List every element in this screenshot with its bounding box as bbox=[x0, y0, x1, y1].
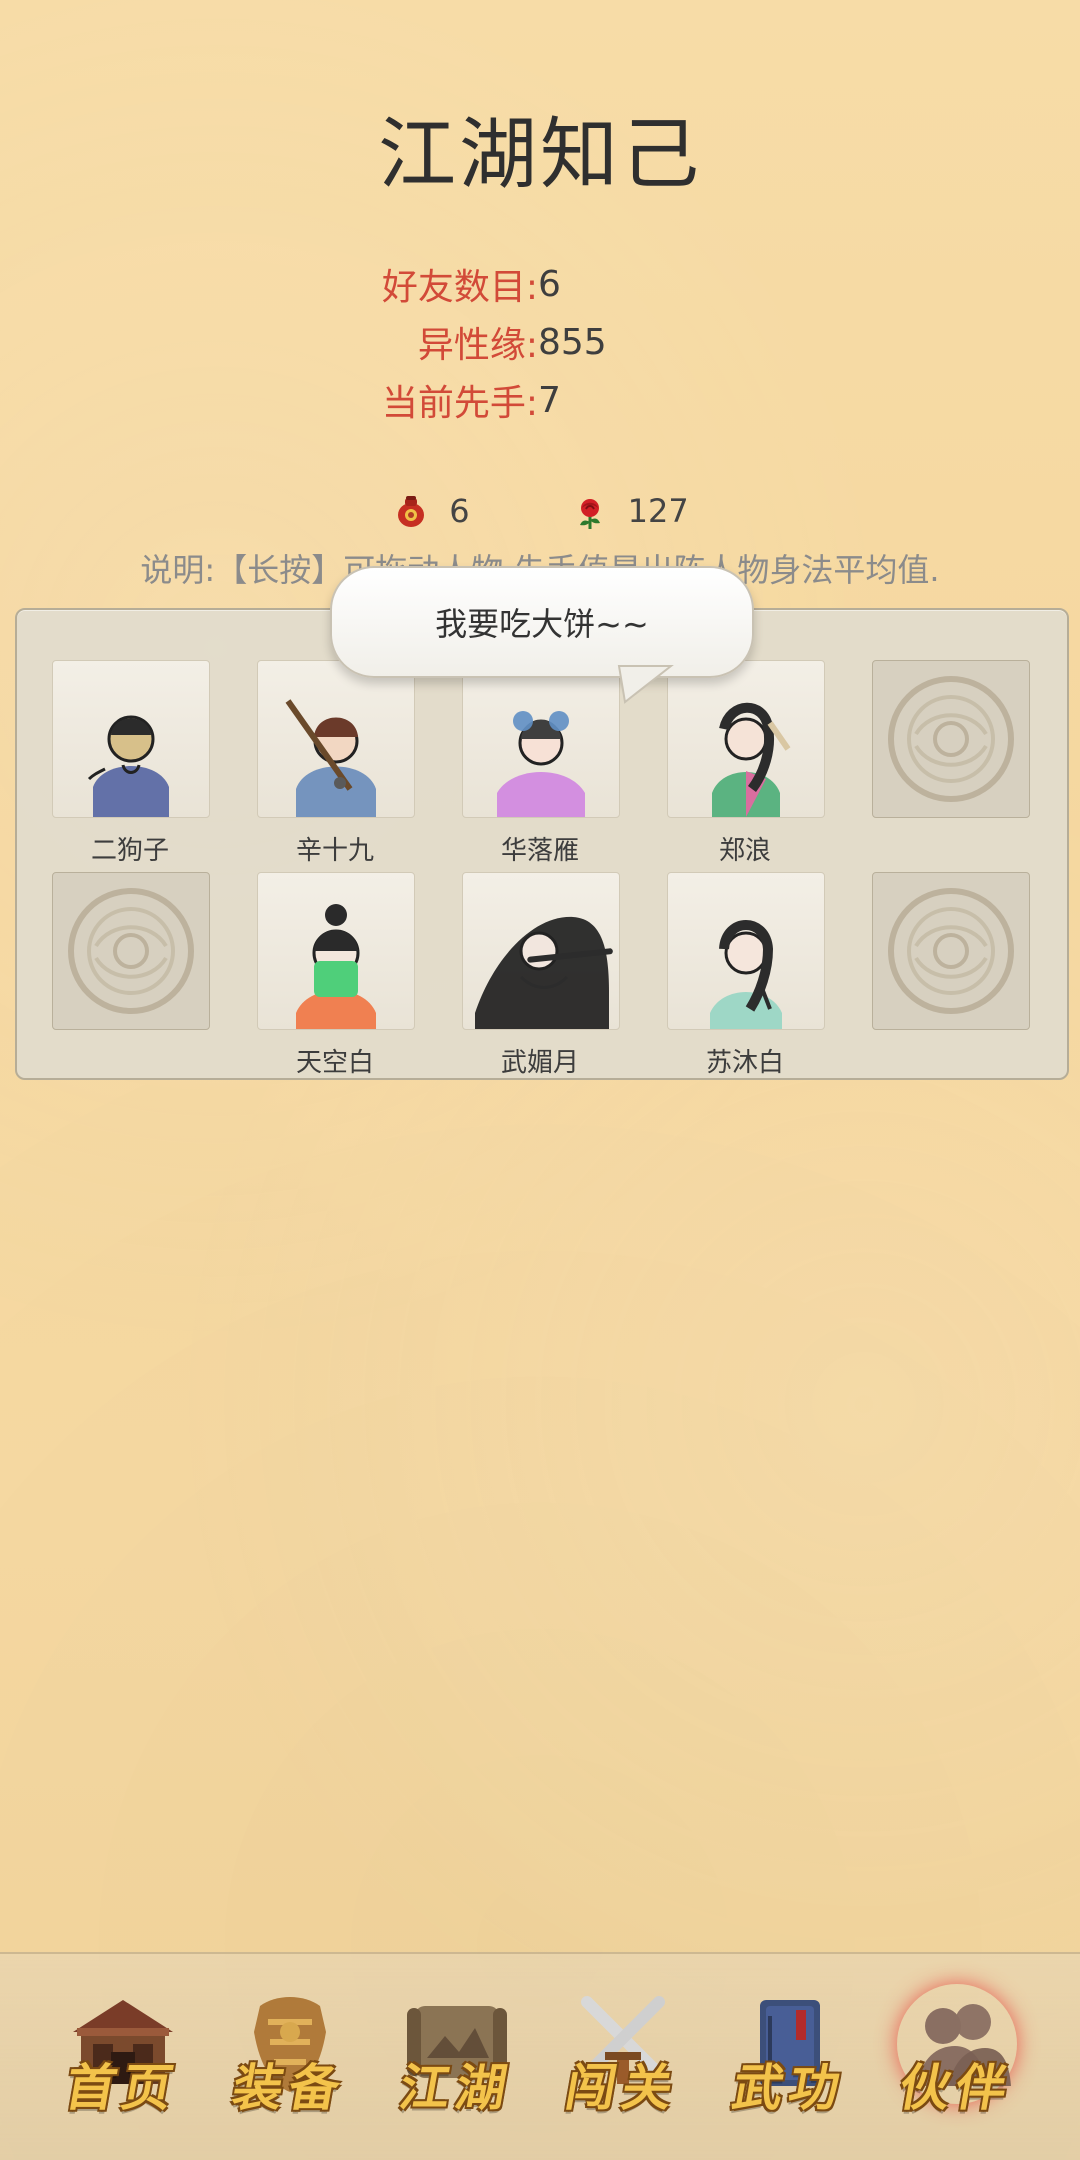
stat-label: 好友数目: bbox=[381, 267, 538, 308]
rose-count: 127 bbox=[627, 492, 689, 530]
friend-slot[interactable]: 苏沐白 bbox=[667, 872, 825, 1084]
speech-bubble: 我要吃大饼~~ bbox=[330, 566, 754, 678]
nav-label: 武功 bbox=[728, 2058, 851, 2117]
stat-row-friend-count: 好友数目: 6 bbox=[0, 255, 1080, 313]
stat-value: 7 bbox=[538, 379, 561, 421]
nav-label: 闯关 bbox=[561, 2058, 684, 2117]
portrait-ergouzi-icon bbox=[52, 660, 210, 818]
portrait-xinshijiu-icon bbox=[257, 660, 415, 818]
friend-name: 辛十九 bbox=[295, 836, 374, 866]
nav-jianghu[interactable]: 江湖 bbox=[387, 1982, 527, 2132]
page-title: 江湖知己 bbox=[377, 110, 702, 200]
nav-label: 江湖 bbox=[394, 2058, 518, 2117]
wine-resource: 6 bbox=[391, 491, 470, 531]
stat-value: 6 bbox=[538, 263, 561, 305]
nav-label: 伙伴 bbox=[894, 2058, 1018, 2117]
portrait-hualuoyan-icon bbox=[462, 660, 620, 818]
stat-label: 当前先手: bbox=[381, 383, 538, 424]
friend-name: 苏沐白 bbox=[705, 1048, 784, 1078]
nav-equipment[interactable]: 装备 bbox=[220, 1982, 360, 2132]
friend-slot[interactable]: 二狗子 bbox=[52, 660, 210, 872]
empty-slot-emblem-icon bbox=[872, 660, 1030, 818]
rose-icon bbox=[570, 491, 610, 531]
empty-slot[interactable] bbox=[872, 872, 1030, 1084]
empty-slot-emblem-icon bbox=[52, 872, 210, 1030]
friend-name: 华落雁 bbox=[500, 836, 579, 866]
friend-lineup-panel: 二狗子 辛十九 华落雁 郑浪 天空白 武媚月 苏沐白 bbox=[15, 608, 1069, 1080]
stat-label: 异性缘: bbox=[417, 325, 538, 366]
nav-label: 首页 bbox=[61, 2058, 184, 2117]
nav-martial-arts[interactable]: 武功 bbox=[720, 1982, 860, 2132]
stat-row-initiative: 当前先手: 7 bbox=[0, 371, 1080, 429]
nav-label: 装备 bbox=[228, 2058, 351, 2117]
friend-slot[interactable]: 天空白 bbox=[257, 872, 415, 1084]
portrait-zhenglang-icon bbox=[667, 660, 825, 818]
empty-slot-emblem-icon bbox=[872, 872, 1030, 1030]
friend-slot[interactable]: 华落雁 bbox=[462, 660, 620, 872]
portrait-tiankongbai-icon bbox=[257, 872, 415, 1030]
empty-slot[interactable] bbox=[872, 660, 1030, 872]
portrait-wumeiyue-icon bbox=[462, 872, 620, 1030]
friend-slot[interactable]: 辛十九 bbox=[257, 660, 415, 872]
wine-count: 6 bbox=[449, 492, 470, 530]
nav-home[interactable]: 首页 bbox=[53, 1982, 193, 2132]
friend-name: 武媚月 bbox=[500, 1048, 579, 1078]
stats: 好友数目: 6 异性缘: 855 当前先手: 7 bbox=[0, 255, 1080, 429]
stat-row-opposite-sex-affinity: 异性缘: 855 bbox=[0, 313, 1080, 371]
friend-slot[interactable]: 武媚月 bbox=[462, 872, 620, 1084]
friend-name: 天空白 bbox=[295, 1048, 374, 1078]
speech-bubble-text: 我要吃大饼~~ bbox=[435, 605, 649, 643]
nav-challenge[interactable]: 闯关 bbox=[553, 1982, 693, 2132]
bottom-navigation: 首页 装备 江湖 闯关 武功 伙伴 bbox=[0, 1952, 1080, 2160]
friend-grid: 二狗子 辛十九 华落雁 郑浪 天空白 武媚月 苏沐白 bbox=[52, 660, 1030, 1084]
friend-slot[interactable]: 郑浪 bbox=[667, 660, 825, 872]
resources: 6 127 bbox=[0, 488, 1080, 534]
nav-partners[interactable]: 伙伴 bbox=[887, 1982, 1027, 2132]
friend-name: 郑浪 bbox=[718, 836, 771, 866]
empty-slot[interactable] bbox=[52, 872, 210, 1084]
speech-bubble-tail-icon bbox=[617, 665, 674, 704]
friend-name: 二狗子 bbox=[90, 836, 169, 866]
rose-resource: 127 bbox=[570, 491, 689, 531]
wine-jar-icon bbox=[391, 491, 431, 531]
stat-value: 855 bbox=[538, 321, 607, 363]
portrait-sumubai-icon bbox=[667, 872, 825, 1030]
